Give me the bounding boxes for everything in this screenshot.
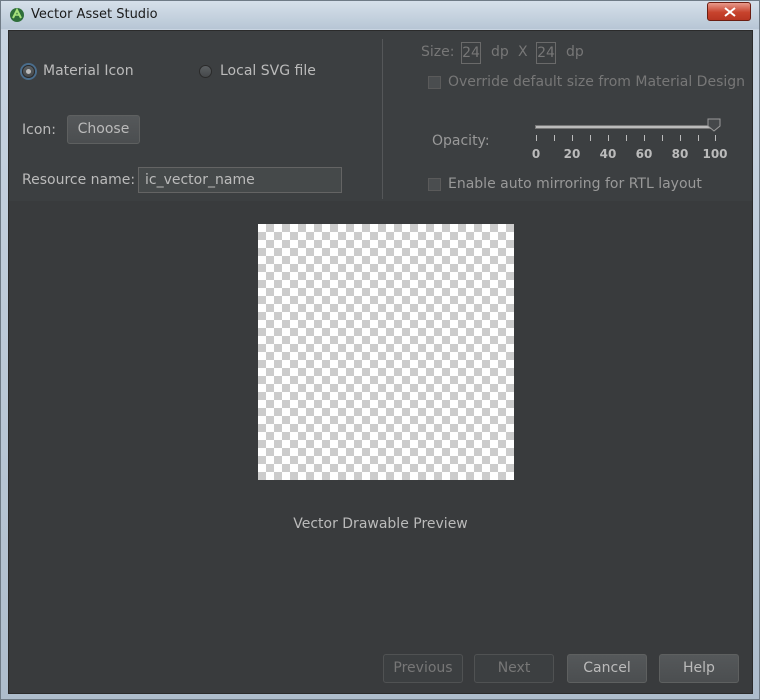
opacity-tick <box>680 135 681 141</box>
opacity-slider-track[interactable] <box>535 125 713 129</box>
size-height-input[interactable]: 24 <box>536 42 556 64</box>
opacity-tick <box>698 135 699 141</box>
title-bar[interactable]: Vector Asset Studio <box>1 1 759 29</box>
opacity-tick <box>554 135 555 141</box>
opacity-tick <box>644 135 645 141</box>
size-label: Size: <box>421 44 455 60</box>
opacity-tick-label: 60 <box>635 147 653 161</box>
size-width-input[interactable]: 24 <box>461 42 481 64</box>
rtl-mirroring-checkbox[interactable] <box>428 178 441 191</box>
opacity-tick-label: 40 <box>599 147 617 161</box>
override-size-label: Override default size from Material Desi… <box>448 74 746 90</box>
opacity-tick-label: 100 <box>702 147 728 161</box>
material-icon-label: Material Icon <box>43 63 134 79</box>
choose-icon-button[interactable]: Choose <box>67 115 140 144</box>
resource-name-input[interactable]: ic_vector_name <box>138 167 342 193</box>
close-button[interactable] <box>707 2 751 21</box>
local-svg-option[interactable]: Local SVG file <box>199 61 316 81</box>
size-separator: X <box>518 44 528 60</box>
size-width-unit: dp <box>491 44 509 60</box>
resource-name-label: Resource name: <box>22 172 136 188</box>
opacity-tick-label: 20 <box>563 147 581 161</box>
window-title: Vector Asset Studio <box>31 7 158 22</box>
opacity-tick <box>715 135 716 141</box>
opacity-tick <box>572 135 573 141</box>
opacity-tick-label: 80 <box>671 147 689 161</box>
opacity-tick <box>590 135 591 141</box>
icon-label: Icon: <box>22 122 56 138</box>
opacity-label: Opacity: <box>432 133 490 149</box>
opacity-tick <box>626 135 627 141</box>
android-studio-icon <box>10 7 24 22</box>
close-icon <box>724 7 736 17</box>
slider-thumb-icon[interactable] <box>707 118 721 132</box>
help-button[interactable]: Help <box>659 654 739 683</box>
size-height-unit: dp <box>566 44 584 60</box>
vertical-divider <box>382 39 383 199</box>
next-button[interactable]: Next <box>474 654 554 683</box>
local-svg-radio[interactable] <box>199 64 212 78</box>
opacity-tick-label: 0 <box>531 147 541 161</box>
opacity-tick <box>662 135 663 141</box>
material-icon-option[interactable]: Material Icon <box>22 61 134 81</box>
override-size-checkbox[interactable] <box>428 76 441 89</box>
local-svg-label: Local SVG file <box>220 63 316 79</box>
opacity-tick <box>536 135 537 141</box>
rtl-mirroring-label: Enable auto mirroring for RTL layout <box>448 176 702 192</box>
previous-button[interactable]: Previous <box>383 654 463 683</box>
opacity-tick <box>608 135 609 141</box>
vector-preview-canvas <box>258 224 514 480</box>
cancel-button[interactable]: Cancel <box>567 654 647 683</box>
material-icon-radio[interactable] <box>22 64 35 78</box>
dialog-window: Vector Asset Studio Material Icon Local … <box>0 0 760 700</box>
dialog-content: Material Icon Local SVG file Icon: Choos… <box>8 30 753 694</box>
options-panel: Material Icon Local SVG file Icon: Choos… <box>9 31 752 201</box>
preview-caption: Vector Drawable Preview <box>293 516 468 532</box>
